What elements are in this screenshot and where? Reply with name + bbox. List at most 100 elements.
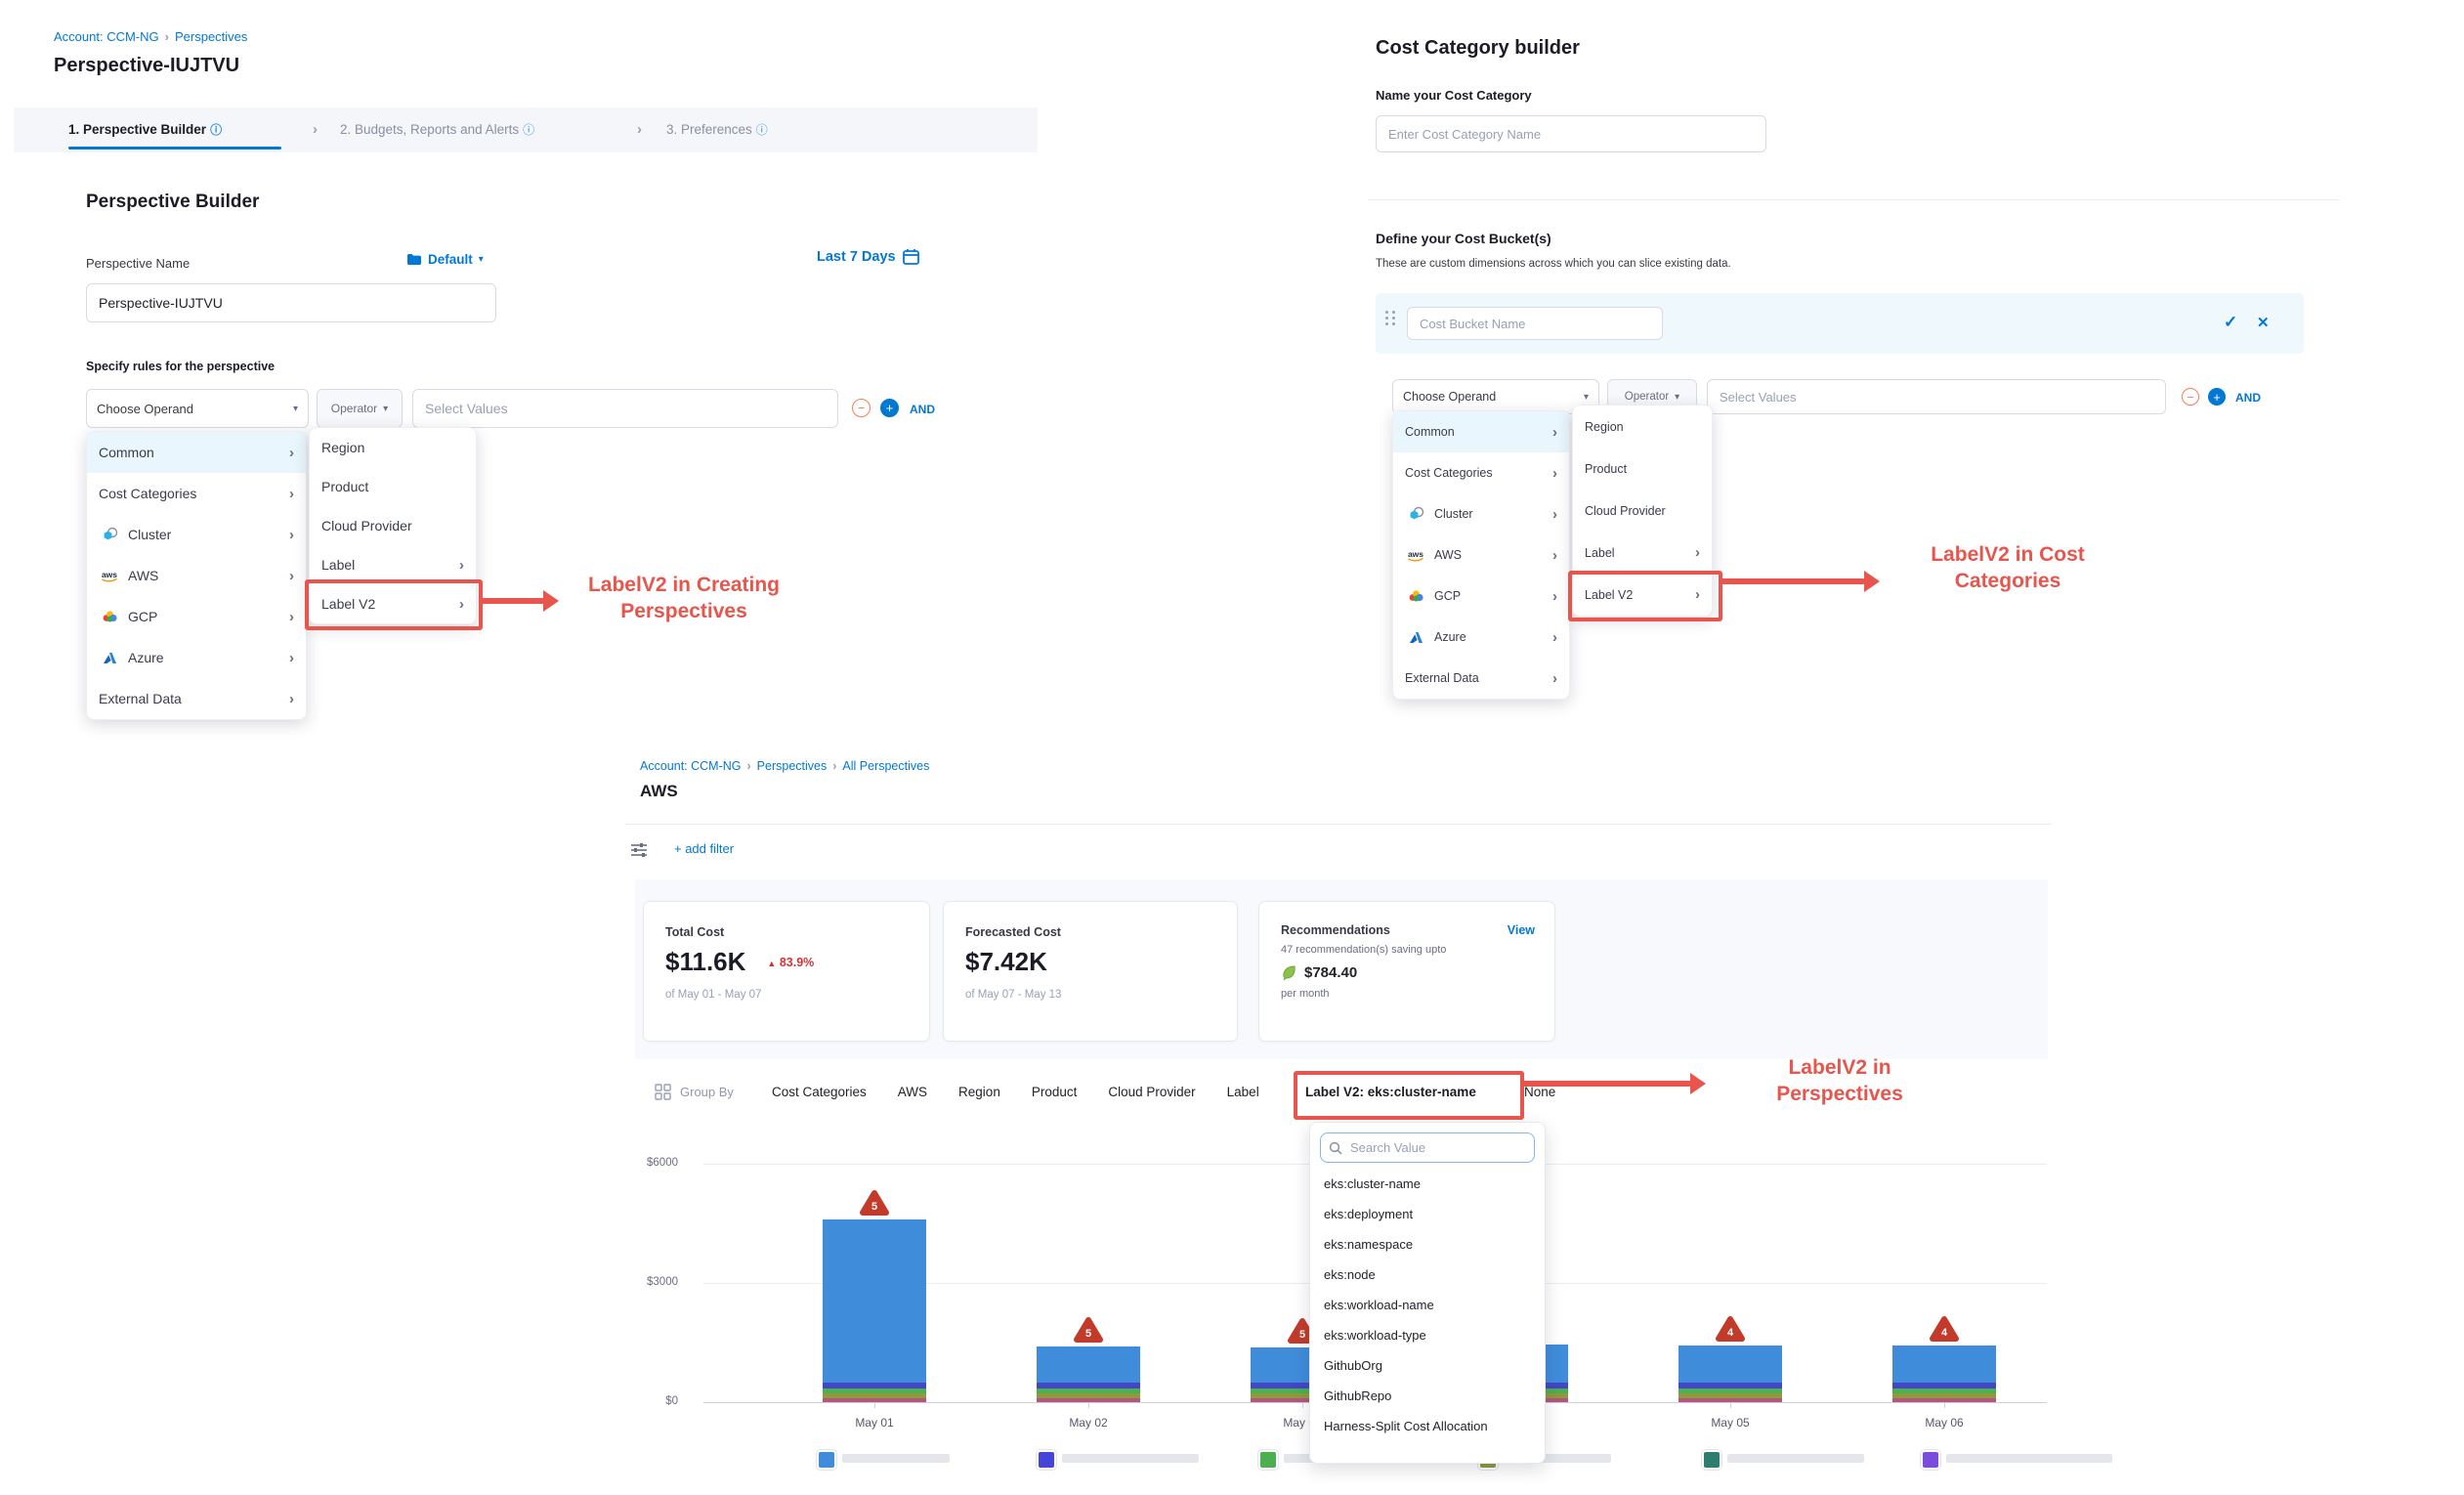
group-by-selected-labelv2[interactable]: Label V2: eks:cluster-name bbox=[1305, 1085, 1476, 1099]
menu-item-common[interactable]: Common› bbox=[1393, 411, 1569, 452]
submenu-item-label: Label V2 bbox=[321, 596, 459, 612]
operand-select-right[interactable]: Choose Operand ▾ bbox=[1392, 379, 1599, 414]
info-icon: ⓘ bbox=[756, 123, 768, 137]
menu-item-external-data[interactable]: External Data› bbox=[87, 678, 306, 719]
legend-swatch bbox=[1258, 1450, 1278, 1470]
submenu-item-label: Region bbox=[1585, 420, 1700, 434]
menu-item-common[interactable]: Common› bbox=[87, 432, 306, 473]
cost-bucket-name-input[interactable] bbox=[1407, 307, 1663, 340]
submenu-item-cloud-provider[interactable]: Cloud Provider bbox=[1573, 490, 1712, 532]
menu-item-cluster[interactable]: Cluster› bbox=[87, 514, 306, 555]
operand-select[interactable]: Choose Operand ▾ bbox=[86, 389, 309, 428]
breadcrumb-perspectives-link[interactable]: Perspectives bbox=[175, 29, 247, 44]
chart-bar-may-02[interactable] bbox=[1037, 1346, 1140, 1402]
tab-label: 3. Preferences bbox=[666, 122, 752, 137]
value-option-eks-deployment[interactable]: eks:deployment bbox=[1310, 1199, 1545, 1229]
tab-preferences[interactable]: 3. Preferences ⓘ bbox=[666, 121, 768, 138]
anomaly-badge[interactable]: 5 bbox=[1073, 1316, 1104, 1348]
menu-item-label: Azure bbox=[128, 650, 289, 665]
group-by-none[interactable]: None bbox=[1524, 1085, 1555, 1099]
date-range-picker[interactable]: Last 7 Days bbox=[817, 248, 919, 265]
value-option-eks-namespace[interactable]: eks:namespace bbox=[1310, 1229, 1545, 1260]
filter-settings-icon[interactable] bbox=[630, 842, 648, 858]
and-operator-button[interactable]: AND bbox=[910, 403, 935, 416]
value-option-githuborg[interactable]: GithubOrg bbox=[1310, 1350, 1545, 1381]
tab-perspective-builder[interactable]: 1. Perspective Builderⓘ bbox=[68, 121, 222, 138]
breadcrumb-account-link[interactable]: Account: CCM-NG bbox=[640, 759, 742, 773]
remove-rule-button[interactable]: − bbox=[2182, 388, 2199, 406]
delta-value: 83.9% bbox=[780, 956, 814, 969]
bar-segment bbox=[1037, 1398, 1140, 1402]
and-operator-button[interactable]: AND bbox=[2235, 391, 2261, 405]
remove-rule-button[interactable]: − bbox=[852, 399, 871, 417]
chevron-right-icon: › bbox=[1552, 424, 1557, 441]
value-option-eks-workload-type[interactable]: eks:workload-type bbox=[1310, 1320, 1545, 1350]
menu-item-cost-categories[interactable]: Cost Categories› bbox=[1393, 452, 1569, 493]
menu-item-gcp[interactable]: GCP› bbox=[1393, 576, 1569, 617]
group-by-item-aws[interactable]: AWS bbox=[898, 1085, 927, 1099]
value-search-input[interactable] bbox=[1348, 1139, 1526, 1156]
group-by-item-label[interactable]: Label bbox=[1227, 1085, 1259, 1099]
submenu-item-product[interactable]: Product bbox=[1573, 448, 1712, 490]
submenu-item-product[interactable]: Product bbox=[310, 467, 476, 506]
chart-bar-may-01[interactable] bbox=[823, 1219, 926, 1402]
screenshot-stage: Account: CCM-NG › Perspectives Perspective… bbox=[0, 0, 2464, 1495]
x-axis-label: May 02 bbox=[1040, 1416, 1137, 1430]
anomaly-badge[interactable]: 5 bbox=[859, 1189, 890, 1221]
submenu-item-label-v2[interactable]: Label V2› bbox=[1573, 574, 1712, 616]
drag-handle[interactable] bbox=[1385, 311, 1396, 325]
submenu-item-label-v2[interactable]: Label V2› bbox=[310, 584, 476, 623]
anomaly-badge[interactable]: 4 bbox=[1929, 1315, 1960, 1347]
menu-item-aws[interactable]: awsAWS› bbox=[87, 555, 306, 596]
values-input[interactable] bbox=[412, 389, 838, 428]
cancel-bucket-button[interactable]: ✕ bbox=[2257, 314, 2270, 331]
svg-text:4: 4 bbox=[1727, 1327, 1734, 1339]
perspective-name-input[interactable] bbox=[86, 283, 496, 322]
menu-item-azure[interactable]: Azure› bbox=[87, 637, 306, 678]
add-rule-button[interactable]: + bbox=[2208, 388, 2226, 406]
value-option-githubrepo[interactable]: GithubRepo bbox=[1310, 1381, 1545, 1411]
add-filter-button[interactable]: + add filter bbox=[674, 841, 734, 856]
menu-item-cost-categories[interactable]: Cost Categories› bbox=[87, 473, 306, 514]
bar-segment bbox=[1037, 1383, 1140, 1388]
x-axis-tick bbox=[1730, 1402, 1731, 1408]
tab-budgets-reports-alerts[interactable]: 2. Budgets, Reports and Alertsⓘ bbox=[340, 121, 534, 138]
value-option-eks-cluster-name[interactable]: eks:cluster-name bbox=[1310, 1169, 1545, 1199]
menu-item-aws[interactable]: awsAWS› bbox=[1393, 534, 1569, 576]
chevron-down-icon: ▾ bbox=[1584, 392, 1589, 403]
menu-item-cluster[interactable]: Cluster› bbox=[1393, 493, 1569, 534]
cluster-icon bbox=[102, 527, 118, 542]
group-by-item-cost-categories[interactable]: Cost Categories bbox=[772, 1085, 867, 1099]
group-by-item-cloud-provider[interactable]: Cloud Provider bbox=[1108, 1085, 1195, 1099]
operator-select[interactable]: Operator ▾ bbox=[317, 389, 403, 428]
values-input-right[interactable] bbox=[1707, 379, 2166, 414]
close-icon: ✕ bbox=[2257, 315, 2270, 331]
breadcrumb-account-link[interactable]: Account: CCM-NG bbox=[54, 29, 159, 44]
group-by-item-region[interactable]: Region bbox=[958, 1085, 1000, 1099]
value-option-eks-node[interactable]: eks:node bbox=[1310, 1260, 1545, 1290]
menu-item-azure[interactable]: Azure› bbox=[1393, 617, 1569, 658]
chart-bar-may-06[interactable] bbox=[1892, 1346, 1996, 1402]
menu-item-external-data[interactable]: External Data› bbox=[1393, 658, 1569, 699]
breadcrumb-all-perspectives-link[interactable]: All Perspectives bbox=[842, 759, 929, 773]
folder-selector[interactable]: Default ▾ bbox=[406, 252, 484, 267]
value-search-box[interactable] bbox=[1320, 1132, 1535, 1163]
confirm-bucket-button[interactable]: ✓ bbox=[2224, 313, 2237, 332]
submenu-item-label: Product bbox=[1585, 462, 1700, 476]
chart-bar-may-05[interactable] bbox=[1678, 1346, 1782, 1402]
breadcrumb-perspectives-link[interactable]: Perspectives bbox=[757, 759, 828, 773]
cost-category-name-input[interactable] bbox=[1376, 115, 1766, 152]
submenu-item-region[interactable]: Region bbox=[310, 428, 476, 467]
menu-item-gcp[interactable]: GCP› bbox=[87, 596, 306, 637]
value-option-harness-split-cost-allocation[interactable]: Harness-Split Cost Allocation bbox=[1310, 1411, 1545, 1441]
groupby-value-dropdown: eks:cluster-nameeks:deploymenteks:namesp… bbox=[1309, 1122, 1546, 1464]
value-option-eks-workload-name[interactable]: eks:workload-name bbox=[1310, 1290, 1545, 1320]
submenu-item-label[interactable]: Label› bbox=[310, 545, 476, 584]
view-recommendations-link[interactable]: View bbox=[1508, 923, 1535, 937]
group-by-item-product[interactable]: Product bbox=[1032, 1085, 1078, 1099]
submenu-item-cloud-provider[interactable]: Cloud Provider bbox=[310, 506, 476, 545]
anomaly-badge[interactable]: 4 bbox=[1715, 1315, 1746, 1347]
submenu-item-label[interactable]: Label› bbox=[1573, 532, 1712, 574]
add-rule-button[interactable]: + bbox=[880, 399, 899, 417]
submenu-item-region[interactable]: Region bbox=[1573, 406, 1712, 448]
